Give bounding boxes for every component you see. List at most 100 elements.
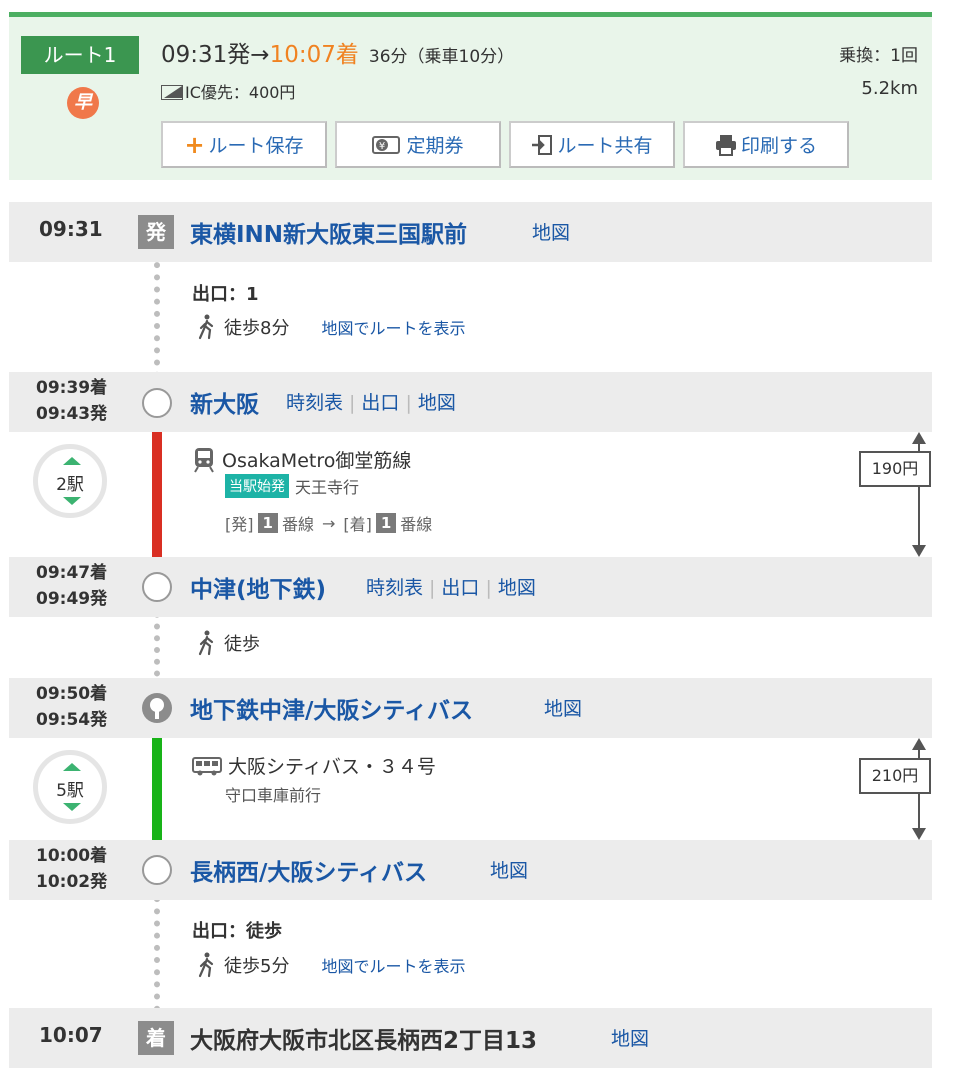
printer-icon	[715, 134, 736, 156]
station-name[interactable]: 新大阪	[190, 385, 259, 419]
ic-fare: IC優先：400円	[161, 79, 295, 103]
station-name[interactable]: 地下鉄中津/大阪シティバス	[190, 691, 473, 725]
print-label: 印刷する	[740, 135, 817, 157]
link-separator: |	[485, 577, 492, 599]
link-separator: |	[429, 577, 436, 599]
ic-fare-label: IC優先：400円	[185, 83, 296, 102]
departure-mark: 発	[138, 215, 174, 249]
station-name[interactable]: 大阪府大阪市北区長柄西2丁目13	[190, 1021, 537, 1055]
destination: 天王寺行	[295, 478, 360, 497]
exit-label: 出口：徒歩	[192, 921, 282, 942]
stop-count[interactable]: 2駅	[33, 444, 107, 518]
arrow-icon: →	[321, 513, 336, 533]
arrival-time: 10:07着	[269, 42, 359, 68]
arrival-time: 09:47着	[36, 563, 108, 583]
departure-time: 09:31発	[161, 42, 251, 68]
map-link[interactable]: 地図	[498, 577, 536, 599]
commuter-pass-button[interactable]: ¥ 定期券	[335, 121, 501, 168]
station-times: 09:39着 09:43発	[36, 375, 107, 427]
plus-icon: +	[184, 130, 205, 159]
dep-platform-number: 1	[257, 513, 278, 533]
line-info: OsakaMetro御堂筋線	[192, 446, 411, 473]
station-name[interactable]: 長柄西/大阪シティバス	[190, 853, 427, 887]
exit-link[interactable]: 出口	[441, 577, 479, 599]
departure-time: 09:43発	[36, 404, 108, 424]
map-link[interactable]: 地図	[611, 1028, 649, 1050]
timetable-link[interactable]: 時刻表	[286, 392, 343, 414]
departure-time: 09:49発	[36, 589, 108, 609]
dep-platform-label: [発]	[225, 515, 254, 534]
station-links: 地図	[532, 218, 570, 245]
stop-count[interactable]: 5駅	[33, 750, 107, 824]
station-links: 地図	[490, 856, 528, 883]
share-icon	[532, 134, 553, 155]
walk-info: 徒歩5分 地図でルートを表示	[196, 952, 465, 978]
ic-card-icon	[161, 85, 183, 100]
arrow-icon: →	[250, 42, 270, 68]
station-times: 09:47着 09:49発	[36, 560, 107, 612]
distance: 5.2km	[861, 78, 918, 99]
route-map-link[interactable]: 地図でルートを表示	[321, 315, 465, 339]
exit-link[interactable]: 出口	[361, 392, 399, 414]
route-badge: ルート1	[21, 36, 139, 74]
platform-info: [発] 1 番線 → [着] 1 番線	[225, 511, 432, 535]
svg-text:¥: ¥	[379, 141, 385, 152]
route-map-link[interactable]: 地図でルートを表示	[321, 953, 465, 977]
stop-count-label: 5駅	[56, 781, 84, 801]
walking-icon	[198, 952, 214, 978]
map-link[interactable]: 地図	[544, 698, 582, 720]
station-links: 地図	[544, 694, 582, 721]
station-name[interactable]: 中津(地下鉄)	[190, 570, 326, 604]
station-times: 09:50着 09:54発	[36, 681, 107, 733]
station-time: 09:31	[39, 217, 103, 241]
walk-info: 徒歩8分 地図でルートを表示	[196, 314, 465, 340]
platform-suffix: 番線	[400, 515, 433, 534]
map-link[interactable]: 地図	[490, 860, 528, 882]
link-separator: |	[405, 392, 412, 414]
station-node	[142, 855, 172, 885]
expand-down-icon	[63, 497, 81, 505]
destination: 守口車庫前行	[225, 786, 322, 805]
expand-up-icon	[63, 763, 81, 771]
share-route-button[interactable]: ルート共有	[509, 121, 675, 168]
bus-stop-pin-icon	[142, 693, 172, 723]
walk-connector	[154, 250, 160, 390]
route-summary: ルート1 早 09:31発→10:07着 36分（乗車10分） IC優先：400円…	[9, 12, 932, 180]
fare-arrow-down-icon	[912, 828, 926, 840]
arrival-time: 10:00着	[36, 846, 108, 866]
destination-info: 守口車庫前行	[225, 782, 321, 806]
yen-ticket-icon: ¥	[372, 135, 401, 154]
arr-platform-label: [着]	[343, 515, 372, 534]
station-links: 時刻表 | 出口 | 地図	[366, 573, 536, 600]
station-name[interactable]: 東横INN新大阪東三国駅前	[190, 215, 467, 249]
platform-suffix: 番線	[281, 515, 314, 534]
expand-down-icon	[63, 803, 81, 811]
metro-line-bar	[152, 418, 162, 576]
station-node	[142, 572, 172, 602]
transfer-count: 乗換：1回	[839, 46, 918, 66]
station-links: 時刻表 | 出口 | 地図	[286, 388, 456, 415]
walk-info: 徒歩	[196, 630, 260, 656]
commuter-pass-label: 定期券	[406, 135, 464, 157]
line-name[interactable]: OsakaMetro御堂筋線	[222, 446, 411, 473]
bus-icon	[192, 756, 222, 775]
timetable-link[interactable]: 時刻表	[366, 577, 423, 599]
train-icon	[194, 447, 214, 473]
map-link[interactable]: 地図	[418, 392, 456, 414]
exit-label: 出口：1	[192, 284, 259, 305]
departure-time: 10:02発	[36, 872, 108, 892]
print-button[interactable]: 印刷する	[683, 121, 849, 168]
map-link[interactable]: 地図	[532, 222, 570, 244]
link-separator: |	[349, 392, 356, 414]
station-times: 10:00着 10:02発	[36, 843, 107, 895]
station-node	[142, 388, 172, 418]
fastest-icon: 早	[67, 87, 99, 119]
save-route-button[interactable]: + ルート保存	[161, 121, 327, 168]
fare-box: 210円	[859, 758, 931, 794]
line-name[interactable]: 大阪シティバス・３４号	[228, 752, 436, 779]
destination-info: 当駅始発 天王寺行	[225, 474, 359, 498]
station-row-departure: 09:31 発 東横INN新大阪東三国駅前 地図	[9, 202, 932, 262]
walking-icon	[198, 630, 214, 656]
station-time: 10:07	[39, 1023, 103, 1047]
bus-line-bar	[152, 720, 162, 860]
